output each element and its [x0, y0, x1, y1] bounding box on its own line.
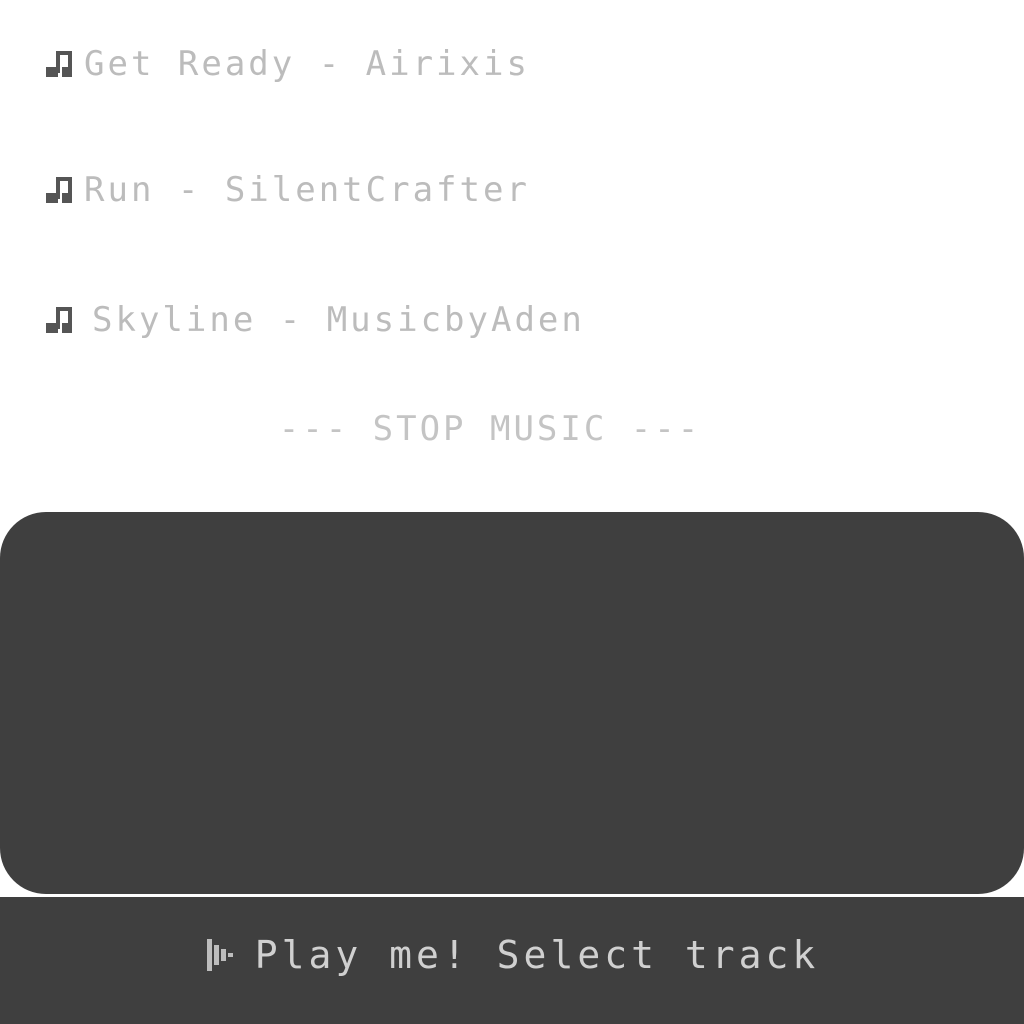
- track-label: Run - SilentCrafter: [84, 170, 530, 210]
- play-icon: [206, 939, 233, 971]
- track-item-skyline[interactable]: Skyline - MusicbyAden: [44, 300, 585, 340]
- stop-music-button[interactable]: --- STOP MUSIC ---: [0, 405, 980, 453]
- status-bar: Play me! Select track: [0, 897, 1024, 1024]
- track-item-get-ready[interactable]: Get Ready - Airixis: [44, 44, 530, 84]
- display-panel: [0, 512, 1024, 894]
- music-note-icon: [46, 307, 72, 333]
- status-text: Play me! Select track: [254, 933, 820, 977]
- music-player-page: Get Ready - Airixis Run - SilentCrafter: [0, 0, 1024, 1024]
- status-content: Play me! Select track: [0, 933, 1024, 977]
- track-item-run[interactable]: Run - SilentCrafter: [44, 170, 530, 210]
- music-note-icon: [46, 51, 72, 77]
- track-label: Get Ready - Airixis: [84, 44, 530, 84]
- music-note-icon: [46, 177, 72, 203]
- track-label: Skyline - MusicbyAden: [92, 300, 585, 340]
